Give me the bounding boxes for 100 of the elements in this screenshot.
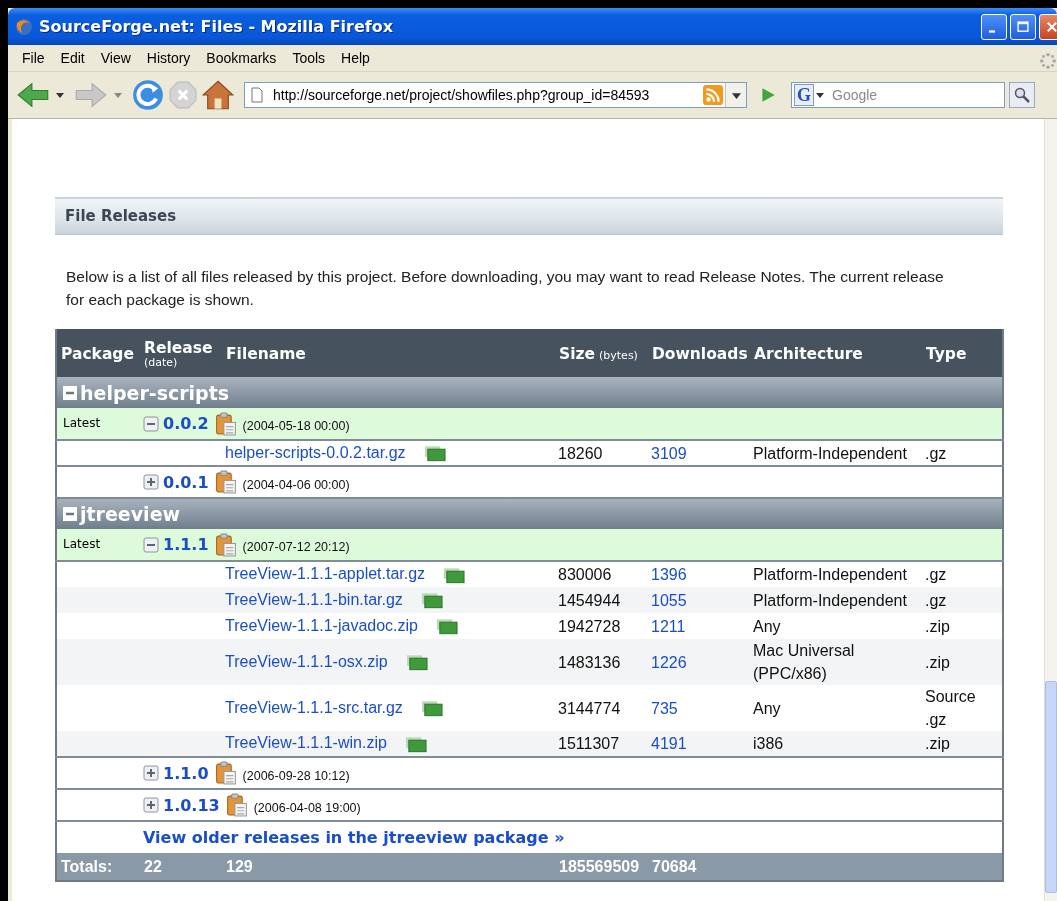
reload-icon[interactable] [132, 79, 164, 111]
column-header: Package [61, 344, 134, 363]
stacked-squares-icon[interactable] [443, 566, 466, 584]
file-link[interactable]: TreeView-1.1.1-bin.tar.gz [225, 590, 403, 608]
download-count-link[interactable]: 735 [651, 699, 678, 717]
collapse-toggle[interactable] [143, 536, 159, 553]
minimize-button[interactable] [981, 13, 1007, 40]
download-count-link[interactable]: 1226 [651, 653, 687, 671]
table-cell-text: .zip [925, 734, 950, 754]
scrollbar[interactable] [1044, 119, 1057, 901]
release-date: (2007-07-12 20:12) [242, 539, 350, 554]
column-unit: (bytes) [599, 348, 638, 362]
clipboard-icon[interactable] [214, 532, 237, 557]
release-link[interactable]: 1.0.13 [163, 795, 220, 815]
scrollbar-thumb[interactable] [1045, 681, 1057, 893]
stacked-squares-icon[interactable] [405, 654, 428, 672]
table-cell: 1454944 [555, 587, 648, 613]
table-cell-text: Source .gz [925, 687, 977, 730]
release-link[interactable]: 1.1.0 [163, 763, 209, 783]
home-icon[interactable] [202, 79, 234, 111]
close-button[interactable] [1039, 13, 1057, 40]
table-cell: Platform-Independent [750, 587, 922, 613]
table-cell: Platform-Independent [750, 440, 922, 466]
address-field[interactable]: http://sourceforge.net/project/showfiles.php?group_id=84593 [244, 82, 747, 108]
menu-item[interactable]: Tools [284, 48, 334, 68]
clipboard-icon[interactable] [225, 793, 248, 817]
stacked-squares-icon[interactable] [436, 618, 458, 636]
collapse-toggle[interactable] [63, 385, 77, 400]
totals-value: 185569509 [559, 857, 640, 875]
file-link[interactable]: TreeView-1.1.1-win.zip [225, 734, 387, 752]
search-engine-button[interactable]: G [794, 84, 814, 106]
dropdown-icon[interactable] [56, 91, 64, 99]
file-link[interactable]: TreeView-1.1.1-applet.tar.gz [225, 565, 426, 583]
file-link[interactable]: helper-scripts-0.0.2.tar.gz [225, 443, 406, 461]
minimize-icon [989, 30, 995, 33]
totals-label: Totals: [61, 857, 113, 875]
column-header: Release [144, 338, 214, 357]
table-cell-text: .gz [925, 590, 947, 611]
spinner-icon [1039, 52, 1057, 70]
release-date: (2004-04-06 00:00) [242, 476, 350, 492]
stacked-squares-icon[interactable] [423, 445, 446, 463]
table-cell: Any [750, 613, 922, 639]
expand-toggle[interactable] [143, 797, 159, 813]
menu-item[interactable]: View [92, 48, 139, 68]
menu-item[interactable]: Help [333, 48, 378, 68]
release-link[interactable]: 0.0.2 [163, 414, 209, 433]
back-icon[interactable] [16, 81, 50, 109]
dropdown-icon[interactable] [816, 91, 824, 99]
release-date: (2004-05-18 00:00) [242, 418, 350, 433]
go-icon[interactable] [759, 86, 777, 104]
column-header: Architecture [754, 344, 863, 363]
older-releases-link[interactable]: View older releases in the jtreeview package » [143, 828, 565, 847]
column-header: Filename [226, 344, 306, 363]
close-icon [1045, 19, 1057, 34]
table-cell: 830006 [555, 561, 648, 587]
column-header: Downloads [652, 344, 748, 363]
download-count-link[interactable]: 1211 [651, 617, 686, 635]
search-box[interactable]: G Google [791, 82, 1005, 108]
expand-toggle[interactable] [143, 765, 159, 781]
table-cell: Mac Universal (PPC/x86) [750, 639, 922, 685]
stacked-squares-icon[interactable] [420, 592, 443, 610]
collapse-toggle[interactable] [63, 507, 77, 521]
intro-text: Below is a list of all files released by this project. Before downloading, you may want to read Release Notes. The current release for each package is shown. [66, 267, 945, 310]
stacked-squares-icon[interactable] [404, 735, 427, 753]
download-count-link[interactable]: 1396 [651, 566, 687, 583]
menu-item[interactable]: Bookmarks [198, 48, 285, 68]
file-link[interactable]: TreeView-1.1.1-osx.zip [225, 652, 388, 670]
menu-item[interactable]: History [138, 48, 199, 68]
file-link[interactable]: TreeView-1.1.1-src.tar.gz [225, 698, 403, 716]
expand-toggle[interactable] [143, 474, 159, 490]
collapse-toggle[interactable] [143, 415, 159, 432]
totals-value: 22 [144, 857, 162, 875]
table-cell-text: .gz [925, 565, 947, 585]
maximize-button[interactable] [1010, 13, 1036, 40]
release-date: (2006-09-28 10:12) [242, 767, 350, 783]
table-cell-text: .zip [925, 652, 950, 673]
download-count-link[interactable]: 1055 [651, 591, 687, 609]
history-dropdown-button[interactable] [725, 83, 746, 107]
totals-value: 70684 [652, 857, 697, 875]
table-cell: 3144774 [555, 685, 648, 731]
download-count-link[interactable]: 4191 [651, 735, 687, 752]
column-header: Type [926, 344, 967, 363]
menu-item[interactable]: Edit [52, 48, 93, 68]
clipboard-icon[interactable] [214, 470, 237, 494]
maximize-icon [1016, 19, 1030, 34]
globe-icon [14, 16, 34, 37]
release-link[interactable]: 0.0.1 [163, 472, 209, 492]
totals-value: 129 [226, 857, 253, 875]
menu-item[interactable]: File [14, 48, 53, 68]
release-link[interactable]: 1.1.1 [163, 535, 209, 554]
file-link[interactable]: TreeView-1.1.1-javadoc.zip [225, 616, 418, 634]
table-cell: 1511307 [555, 731, 648, 757]
search-button[interactable] [1009, 82, 1035, 108]
download-count-link[interactable]: 3109 [651, 444, 687, 462]
table-cell-text: .gz [925, 443, 947, 464]
stacked-squares-icon[interactable] [420, 700, 443, 718]
clipboard-icon[interactable] [214, 761, 237, 785]
caret-icon [731, 90, 741, 100]
clipboard-icon[interactable] [214, 411, 237, 436]
column-unit: (date) [144, 356, 179, 368]
